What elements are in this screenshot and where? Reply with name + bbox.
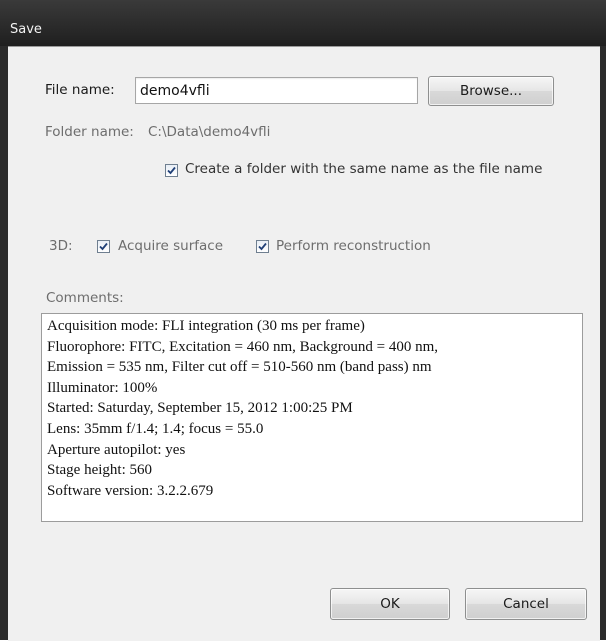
folder-name-label: Folder name: — [45, 124, 134, 140]
comment-line: Started: Saturday, September 15, 2012 1:… — [47, 400, 353, 417]
file-name-field[interactable] — [135, 77, 418, 104]
file-name-input[interactable] — [136, 78, 417, 103]
comment-line: Fluorophore: FITC, Excitation = 460 nm, … — [47, 338, 439, 355]
dialog-title: Save — [10, 22, 42, 37]
title-bar[interactable]: Save — [0, 0, 606, 46]
browse-button[interactable]: Browse... — [428, 76, 554, 106]
comment-line: Stage height: 560 — [47, 462, 152, 479]
create-folder-checkbox[interactable] — [165, 164, 178, 177]
checkmark-icon — [258, 242, 267, 251]
create-folder-label: Create a folder with the same name as th… — [185, 161, 543, 177]
cancel-button[interactable]: Cancel — [465, 588, 587, 620]
comments-textarea[interactable]: Acquisition mode: FLI integration (30 ms… — [41, 313, 583, 522]
perform-reconstruction-label: Perform reconstruction — [276, 238, 431, 254]
comment-line: Software version: 3.2.2.679 — [47, 482, 214, 499]
save-dialog: Save File name: Browse... Folder name: C… — [0, 0, 606, 641]
file-name-label: File name: — [45, 82, 115, 98]
comment-line: Aperture autopilot: yes — [47, 441, 186, 458]
3d-label: 3D: — [49, 238, 73, 254]
ok-button[interactable]: OK — [330, 588, 450, 620]
checkmark-icon — [99, 242, 108, 251]
acquire-surface-checkbox[interactable] — [97, 240, 110, 253]
comment-line: Illuminator: 100% — [47, 379, 158, 396]
comment-line: Lens: 35mm f/1.4; 1.4; focus = 55.0 — [47, 420, 264, 437]
checkmark-icon — [167, 166, 176, 175]
folder-name-value: C:\Data\demo4vfli — [148, 124, 271, 140]
dialog-body: File name: Browse... Folder name: C:\Dat… — [8, 46, 600, 641]
comment-line: Acquisition mode: FLI integration (30 ms… — [47, 318, 365, 334]
comments-label: Comments: — [46, 290, 124, 306]
acquire-surface-label: Acquire surface — [118, 238, 224, 254]
perform-reconstruction-checkbox[interactable] — [256, 240, 269, 253]
comment-line: Emission = 535 nm, Filter cut off = 510-… — [47, 359, 432, 376]
